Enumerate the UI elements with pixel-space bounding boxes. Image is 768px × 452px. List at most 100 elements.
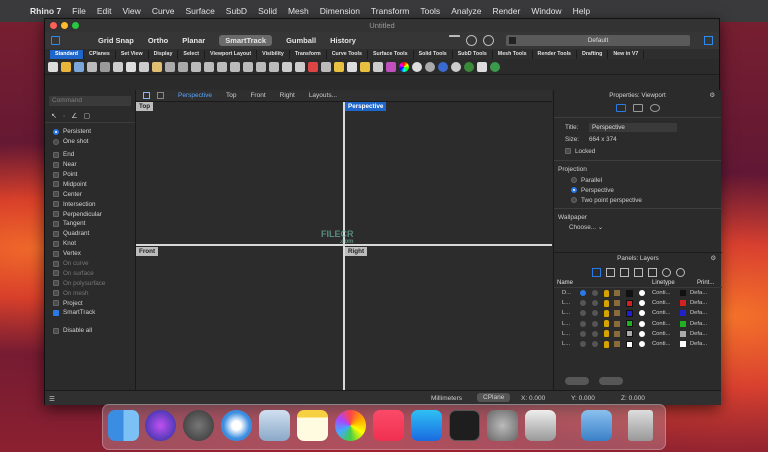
menu-window[interactable]: Window xyxy=(531,6,561,16)
print-color-swatch[interactable] xyxy=(680,290,686,297)
disable-all-checkbox[interactable]: Disable all xyxy=(53,326,135,336)
new-icon[interactable] xyxy=(48,61,58,72)
set-current-icon[interactable] xyxy=(580,310,586,317)
cut-icon[interactable] xyxy=(126,61,136,72)
print-color-swatch[interactable] xyxy=(680,310,686,317)
light-icon[interactable] xyxy=(334,61,344,72)
tab-drafting[interactable]: Drafting xyxy=(577,49,609,59)
show-icon[interactable] xyxy=(360,61,370,72)
layer-row[interactable]: L... Conti... Defa... xyxy=(554,308,722,318)
image-icon[interactable] xyxy=(632,104,643,112)
set-current-icon[interactable] xyxy=(580,330,586,337)
tab-cplanes[interactable]: CPlanes xyxy=(84,49,116,59)
system-preferences-icon[interactable] xyxy=(487,410,518,441)
osnap-midpoint-checkbox[interactable]: Midpoint xyxy=(53,179,135,189)
shade-icon[interactable] xyxy=(425,61,435,72)
viewport-front-label[interactable]: Front xyxy=(136,247,159,256)
material-icon[interactable] xyxy=(639,320,645,327)
pan-icon[interactable] xyxy=(204,61,214,72)
tab-render-tools[interactable]: Render Tools xyxy=(533,49,577,59)
mail-icon[interactable] xyxy=(259,410,290,441)
tab-viewport-layout[interactable]: Viewport Layout xyxy=(205,49,258,59)
planar-button[interactable]: Planar xyxy=(182,36,205,45)
osnap-smarttrack-checkbox[interactable]: SmartTrack xyxy=(53,308,135,318)
trash-icon[interactable] xyxy=(628,410,653,441)
layer-color-swatch[interactable] xyxy=(626,340,633,348)
tab-surface-tools[interactable]: Surface Tools xyxy=(368,49,414,59)
layer-color-swatch[interactable] xyxy=(626,320,633,328)
lock-icon[interactable] xyxy=(614,310,620,317)
material-icon[interactable] xyxy=(639,290,645,297)
box-icon[interactable] xyxy=(633,267,643,277)
zoom-extents-icon[interactable] xyxy=(256,61,266,72)
tab-solid-tools[interactable]: Solid Tools xyxy=(414,49,453,59)
zoom-icon[interactable] xyxy=(230,61,240,72)
menu-list-icon[interactable]: ☰ xyxy=(49,395,55,403)
display-icon[interactable] xyxy=(647,267,657,277)
point-icon[interactable]: · xyxy=(63,113,65,120)
menu-analyze[interactable]: Analyze xyxy=(451,6,481,16)
save-icon[interactable] xyxy=(74,61,84,72)
filter-icon[interactable] xyxy=(449,35,460,46)
tab-display[interactable]: Display xyxy=(149,49,179,59)
rotate-view-icon[interactable] xyxy=(217,61,227,72)
lock-icon[interactable] xyxy=(614,320,620,327)
print-color-swatch[interactable] xyxy=(680,300,686,307)
gear-icon[interactable]: ⚙ xyxy=(710,253,716,265)
menu-edit[interactable]: Edit xyxy=(97,6,112,16)
osnap-on-polysurface-checkbox[interactable]: On polysurface xyxy=(53,278,135,288)
rhino-icon[interactable] xyxy=(525,410,556,441)
one-shot-radio[interactable]: One shot xyxy=(53,137,135,147)
current-layer-selector[interactable]: Default xyxy=(506,35,690,46)
print-color-swatch[interactable] xyxy=(680,330,686,337)
current-layer-icon[interactable] xyxy=(580,290,586,297)
osnap-project-checkbox[interactable]: Project xyxy=(53,298,135,308)
set-current-icon[interactable] xyxy=(580,320,586,327)
menu-transform[interactable]: Transform xyxy=(371,6,409,16)
menu-surface[interactable]: Surface xyxy=(186,6,215,16)
tab-right[interactable]: Right xyxy=(280,92,295,99)
link-icon[interactable] xyxy=(649,104,660,112)
smarttrack-button[interactable]: SmartTrack xyxy=(219,35,273,46)
osnap-perpendicular-checkbox[interactable]: Perpendicular xyxy=(53,209,135,219)
safari-icon[interactable] xyxy=(221,410,252,441)
select-arrow-icon[interactable]: ↖ xyxy=(51,112,57,120)
select-icon[interactable] xyxy=(321,61,331,72)
layer-row[interactable]: L... Conti... Defa... xyxy=(554,319,722,329)
print-color-swatch[interactable] xyxy=(680,320,686,327)
locked-checkbox[interactable]: Locked xyxy=(554,145,721,157)
two-point-radio[interactable]: Two point perspective xyxy=(554,195,721,205)
layer-row[interactable]: D... Conti... Defa... xyxy=(554,288,722,298)
menu-dimension[interactable]: Dimension xyxy=(320,6,360,16)
tab-transform[interactable]: Transform xyxy=(290,49,327,59)
lock-icon[interactable] xyxy=(614,341,620,348)
tab-standard[interactable]: Standard xyxy=(50,49,84,59)
lightbulb-icon[interactable] xyxy=(604,320,609,328)
layer-options-button[interactable] xyxy=(599,377,623,385)
visibility-icon[interactable] xyxy=(592,320,598,327)
tab-select[interactable]: Select xyxy=(178,49,206,59)
color-wheel-icon[interactable] xyxy=(399,61,409,72)
properties-icon[interactable] xyxy=(113,61,123,72)
osnap-knot-checkbox[interactable]: Knot xyxy=(53,239,135,249)
car-icon[interactable] xyxy=(308,61,318,72)
material-icon[interactable] xyxy=(639,310,645,317)
photos-icon[interactable] xyxy=(335,410,366,441)
column-linetype[interactable]: Linetype xyxy=(652,280,697,286)
menu-solid[interactable]: Solid xyxy=(258,6,277,16)
sphere-icon[interactable] xyxy=(412,61,422,72)
left-panel-toggle-icon[interactable] xyxy=(51,36,60,45)
four-view-icon[interactable] xyxy=(282,61,292,72)
undo-icon[interactable] xyxy=(165,61,175,72)
move-icon[interactable] xyxy=(191,61,201,72)
material-icon[interactable] xyxy=(639,300,645,307)
osnap-quadrant-checkbox[interactable]: Quadrant xyxy=(53,229,135,239)
parallel-radio[interactable]: Parallel xyxy=(554,175,721,185)
visibility-icon[interactable] xyxy=(592,310,598,317)
tab-subd-tools[interactable]: SubD Tools xyxy=(453,49,493,59)
column-name[interactable]: Name xyxy=(557,280,652,286)
grid-icon[interactable] xyxy=(295,61,305,72)
record-history-icon[interactable] xyxy=(466,35,477,46)
camera-icon[interactable] xyxy=(615,104,626,112)
menu-subd[interactable]: SubD xyxy=(226,6,247,16)
